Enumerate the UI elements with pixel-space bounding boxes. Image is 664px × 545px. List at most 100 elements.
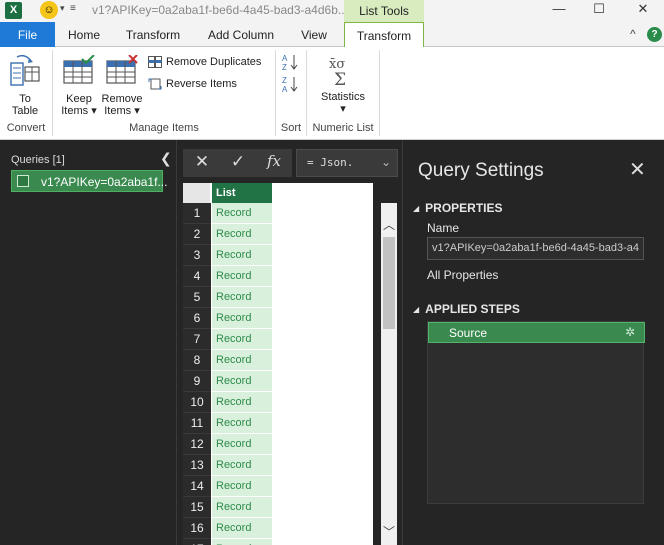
smiley-icon[interactable]: ☺: [40, 1, 58, 19]
table-row[interactable]: 14 Record: [183, 476, 272, 497]
row-number[interactable]: 7: [183, 329, 211, 350]
table-row[interactable]: 11 Record: [183, 413, 272, 434]
table-row[interactable]: 8 Record: [183, 350, 272, 371]
row-number[interactable]: 5: [183, 287, 211, 308]
commit-formula-icon[interactable]: ✓: [223, 152, 253, 172]
close-window-button[interactable]: ✕: [632, 0, 654, 20]
row-number[interactable]: 2: [183, 224, 211, 245]
excel-icon[interactable]: X: [5, 2, 22, 19]
close-settings-icon[interactable]: ✕: [629, 160, 646, 180]
reverse-items-button[interactable]: Reverse Items: [148, 78, 237, 90]
record-cell[interactable]: Record: [212, 266, 272, 287]
row-number[interactable]: 14: [183, 476, 211, 497]
scroll-down-icon[interactable]: ﹀: [383, 523, 395, 540]
record-cell[interactable]: Record: [212, 224, 272, 245]
record-cell[interactable]: Record: [212, 455, 272, 476]
chevron-down-icon[interactable]: ▾: [60, 3, 65, 14]
gear-icon[interactable]: ✲: [625, 325, 635, 339]
keep-items-button[interactable]: Keep Items ▾: [58, 53, 100, 118]
help-icon[interactable]: ?: [647, 27, 662, 42]
query-item[interactable]: v1?APIKey=0a2aba1f...: [11, 170, 167, 192]
record-cell[interactable]: Record: [212, 245, 272, 266]
row-number[interactable]: 8: [183, 350, 211, 371]
row-number[interactable]: 4: [183, 266, 211, 287]
ribbon: To Table Convert Keep Items ▾ Remove Ite…: [0, 47, 664, 140]
record-cell[interactable]: Record: [212, 434, 272, 455]
record-cell[interactable]: Record: [212, 476, 272, 497]
table-row[interactable]: 7 Record: [183, 329, 272, 350]
table-row[interactable]: 16 Record: [183, 518, 272, 539]
minimize-button[interactable]: —: [548, 0, 570, 20]
column-header-list[interactable]: List: [212, 183, 272, 203]
tab-file[interactable]: File: [0, 22, 55, 47]
fx-icon[interactable]: fx: [259, 152, 289, 170]
table-row[interactable]: 3 Record: [183, 245, 272, 266]
scroll-thumb[interactable]: [383, 237, 395, 329]
row-number[interactable]: 15: [183, 497, 211, 518]
cancel-formula-icon[interactable]: ✕: [187, 152, 217, 172]
row-number[interactable]: 12: [183, 434, 211, 455]
to-table-button[interactable]: To Table: [5, 53, 45, 118]
table-row[interactable]: 13 Record: [183, 455, 272, 476]
table-row[interactable]: 5 Record: [183, 287, 272, 308]
row-number[interactable]: 16: [183, 518, 211, 539]
table-row[interactable]: 4 Record: [183, 266, 272, 287]
chevron-down-icon[interactable]: ⌄: [381, 155, 391, 169]
formula-bar[interactable]: = Json. ⌄: [296, 149, 398, 177]
table-row[interactable]: 6 Record: [183, 308, 272, 329]
row-number[interactable]: 9: [183, 371, 211, 392]
collapse-pane-icon[interactable]: ❮: [160, 150, 172, 167]
tab-home[interactable]: Home: [58, 22, 110, 47]
applied-steps-header-label: APPLIED STEPS: [425, 302, 520, 316]
customize-qat-icon[interactable]: ≡: [70, 3, 76, 14]
record-cell[interactable]: Record: [212, 392, 272, 413]
record-cell[interactable]: Record: [212, 308, 272, 329]
step-label: Source: [449, 326, 488, 340]
remove-duplicates-button[interactable]: Remove Duplicates: [148, 56, 261, 69]
collapse-ribbon-icon[interactable]: ^: [630, 27, 636, 41]
record-cell[interactable]: Record: [212, 203, 272, 224]
tab-view[interactable]: View: [292, 22, 336, 47]
remove-items-button[interactable]: Remove Items ▾: [100, 53, 144, 118]
tab-list-transform[interactable]: Transform: [344, 22, 424, 48]
record-cell[interactable]: Record: [212, 329, 272, 350]
table-row[interactable]: 9 Record: [183, 371, 272, 392]
record-cell[interactable]: Record: [212, 350, 272, 371]
record-cell[interactable]: Record: [212, 497, 272, 518]
applied-steps-header[interactable]: ◢ APPLIED STEPS: [413, 302, 520, 316]
row-number[interactable]: 10: [183, 392, 211, 413]
sort-descending-button[interactable]: ZA: [282, 75, 300, 94]
table-row[interactable]: 15 Record: [183, 497, 272, 518]
queries-header: Queries [1]: [11, 154, 65, 166]
maximize-button[interactable]: ☐: [588, 0, 610, 20]
row-number[interactable]: 1: [183, 203, 211, 224]
record-cell[interactable]: Record: [212, 287, 272, 308]
table-row[interactable]: 1 Record: [183, 203, 272, 224]
table-row[interactable]: 2 Record: [183, 224, 272, 245]
properties-header[interactable]: ◢ PROPERTIES: [413, 201, 503, 215]
table-row[interactable]: 17Record: [183, 539, 272, 545]
tab-add-column[interactable]: Add Column: [200, 22, 282, 47]
all-properties-link[interactable]: All Properties: [427, 268, 498, 282]
applied-steps-list: Source ✲: [427, 321, 645, 504]
row-number[interactable]: 13: [183, 455, 211, 476]
record-cell[interactable]: Record: [212, 539, 272, 545]
table-row[interactable]: 12 Record: [183, 434, 272, 455]
remove-items-label-2: Items ▾: [104, 105, 140, 117]
row-number[interactable]: 11: [183, 413, 211, 434]
record-cell[interactable]: Record: [212, 518, 272, 539]
row-number[interactable]: 17: [183, 539, 211, 545]
record-cell[interactable]: Record: [212, 371, 272, 392]
vertical-scrollbar[interactable]: ︿ ﹀: [381, 203, 397, 545]
query-name-field[interactable]: v1?APIKey=0a2aba1f-be6d-4a45-bad3-a4: [427, 237, 644, 260]
tab-transform[interactable]: Transform: [120, 22, 186, 47]
sort-ascending-button[interactable]: AZ: [282, 53, 300, 72]
statistics-button[interactable]: x̄σ Σ Statistics ▾: [314, 53, 372, 118]
table-row[interactable]: 10 Record: [183, 392, 272, 413]
record-cell[interactable]: Record: [212, 413, 272, 434]
row-number[interactable]: 6: [183, 308, 211, 329]
step-item-source[interactable]: Source ✲: [428, 322, 645, 343]
table-corner[interactable]: [183, 183, 211, 203]
scroll-up-icon[interactable]: ︿: [383, 216, 395, 233]
row-number[interactable]: 3: [183, 245, 211, 266]
